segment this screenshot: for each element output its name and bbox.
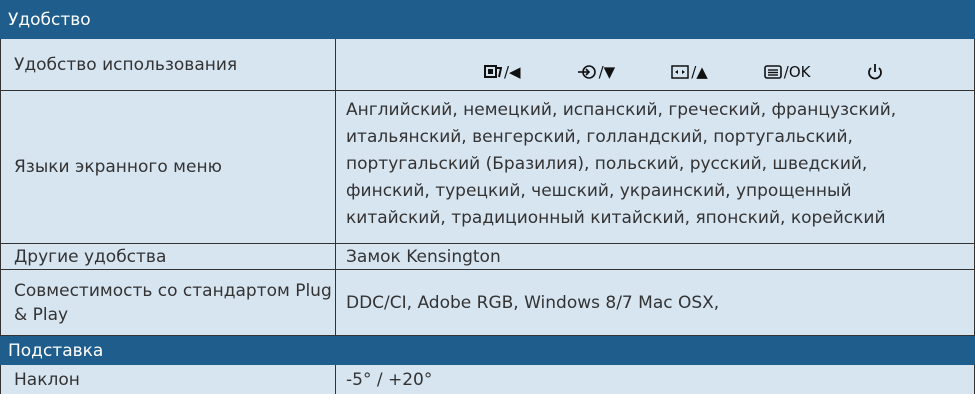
row-label: Совместимость со стандартом Plug & Play bbox=[0, 270, 336, 336]
row-value: DDC/CI, Adobe RGB, Windows 8/7 Mac OSX, bbox=[336, 270, 975, 336]
table-row: Языки экранного меню Английский, немецки… bbox=[0, 91, 975, 244]
spec-table: Удобство Удобство использования /◀ /▼ /▲… bbox=[0, 0, 975, 394]
power-button bbox=[866, 63, 884, 81]
smartimage-icon bbox=[484, 65, 502, 78]
row-value: Замок Kensington bbox=[336, 244, 975, 270]
menu-icon bbox=[763, 65, 782, 79]
row-label: Другие удобства bbox=[0, 244, 336, 270]
section-title: Удобство bbox=[8, 10, 91, 30]
table-row: Другие удобства Замок Kensington bbox=[0, 244, 975, 270]
row-value: /◀ /▼ /▲ /OK bbox=[336, 39, 975, 91]
row-label: Удобство использования bbox=[0, 39, 336, 91]
menu-button: /OK bbox=[763, 63, 810, 81]
row-value: Английский, немецкий, испанский, греческ… bbox=[336, 91, 975, 244]
format-button: /▲ bbox=[671, 63, 708, 81]
table-row: Удобство использования /◀ /▼ /▲ /OK bbox=[0, 39, 975, 91]
section-header-stand: Подставка bbox=[0, 336, 975, 365]
input-button: /▼ bbox=[577, 63, 615, 81]
format-icon bbox=[671, 65, 689, 79]
section-title: Подставка bbox=[8, 341, 104, 361]
table-row: Совместимость со стандартом Plug & Play … bbox=[0, 270, 975, 336]
power-icon bbox=[868, 64, 883, 80]
section-header-convenience: Удобство bbox=[0, 0, 975, 39]
smartimage-button: /◀ bbox=[484, 63, 521, 81]
row-label: Языки экранного меню bbox=[0, 91, 336, 244]
input-icon bbox=[577, 65, 596, 79]
row-label: Наклон bbox=[0, 365, 336, 394]
table-row: Наклон -5° / +20° bbox=[0, 365, 975, 394]
control-buttons: /◀ /▼ /▲ /OK bbox=[346, 63, 974, 81]
row-value: -5° / +20° bbox=[336, 365, 975, 394]
